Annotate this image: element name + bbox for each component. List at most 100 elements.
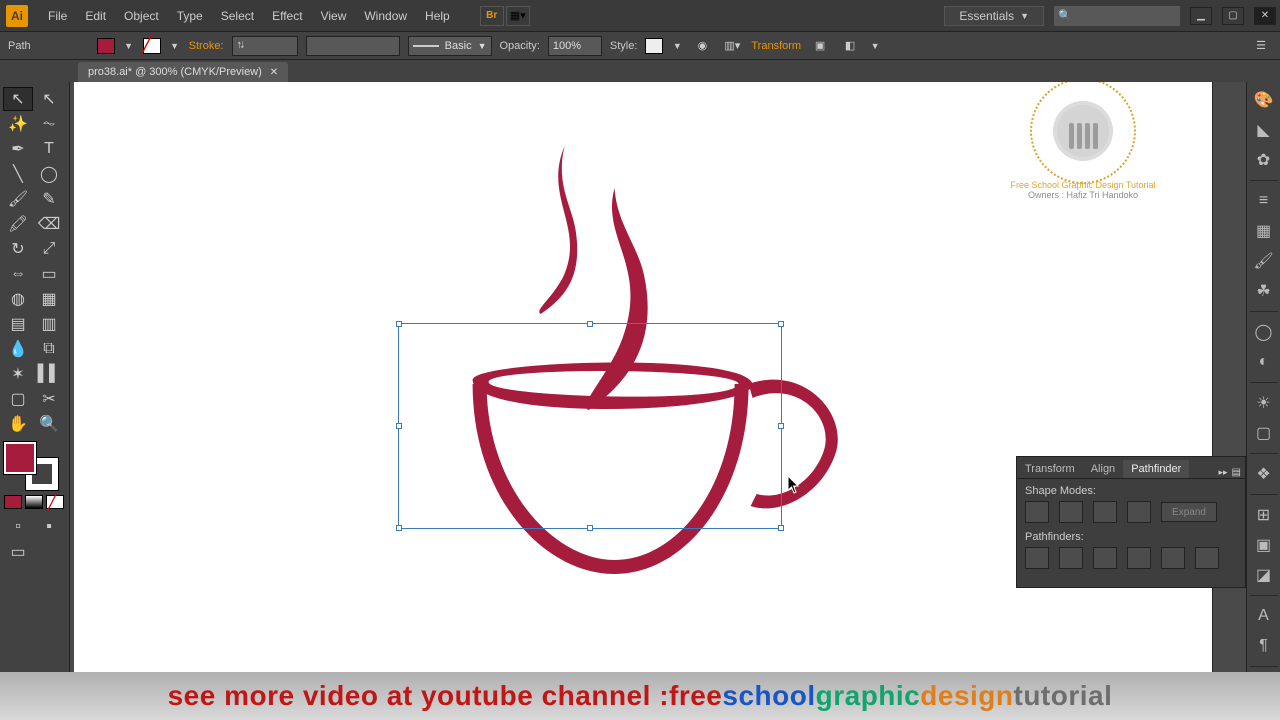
trim-button[interactable] xyxy=(1059,547,1083,569)
outline-button[interactable] xyxy=(1161,547,1185,569)
transform-panel-button[interactable]: ▣ xyxy=(1252,533,1276,557)
minus-front-button[interactable] xyxy=(1059,501,1083,523)
search-input[interactable]: 🔍 xyxy=(1054,6,1180,26)
panel-collapse-icon[interactable]: ▸▸ xyxy=(1219,467,1228,478)
control-menu-button[interactable]: ☰ xyxy=(1250,36,1272,56)
color-mode-btn[interactable] xyxy=(4,495,22,509)
screen-mode-normal[interactable]: ▫ xyxy=(4,516,32,538)
minus-back-button[interactable] xyxy=(1195,547,1219,569)
mask-button[interactable]: ◧ xyxy=(839,36,861,56)
pencil-tool[interactable]: ✎ xyxy=(35,188,63,210)
line-tool[interactable]: ╲ xyxy=(4,163,32,185)
pathfinder-panel[interactable]: Transform Align Pathfinder ▸▸ ▤ Shape Mo… xyxy=(1016,456,1246,588)
appearance-panel-button[interactable]: ☀ xyxy=(1252,391,1276,415)
transparency-panel-button[interactable]: ◯ xyxy=(1252,320,1276,344)
merge-button[interactable] xyxy=(1093,547,1117,569)
stroke-dropdown[interactable]: ▼ xyxy=(169,41,181,51)
sel-handle-tc[interactable] xyxy=(587,321,593,327)
menu-window[interactable]: Window xyxy=(356,5,415,27)
var-width-profile[interactable] xyxy=(306,36,400,56)
shape-tool[interactable]: ◯ xyxy=(35,163,63,185)
transform-link[interactable]: Transform xyxy=(751,40,801,52)
stroke-panel-button[interactable]: ≡ xyxy=(1252,189,1276,213)
graphic-styles-panel-button[interactable]: ▢ xyxy=(1252,421,1276,445)
magic-wand-tool[interactable]: ✨ xyxy=(4,113,32,135)
fill-stroke-indicator[interactable] xyxy=(4,442,62,490)
screen-mode-full[interactable]: ▪ xyxy=(35,516,63,538)
window-maximize[interactable]: ▢ xyxy=(1222,7,1244,25)
fill-swatch[interactable] xyxy=(97,38,115,54)
sel-handle-ml[interactable] xyxy=(396,423,402,429)
pen-tool[interactable]: ✒ xyxy=(4,138,32,160)
screen-mode-presentation[interactable]: ▭ xyxy=(4,541,32,563)
mesh-tool[interactable]: ▤ xyxy=(4,313,32,335)
divide-button[interactable] xyxy=(1025,547,1049,569)
gradient-mode-btn[interactable] xyxy=(25,495,43,509)
symbol-sprayer-tool[interactable]: ✶ xyxy=(4,363,32,385)
kuler-button[interactable]: ✿ xyxy=(1252,148,1276,172)
crop-button[interactable] xyxy=(1127,547,1151,569)
perspective-tool[interactable]: ▦ xyxy=(35,288,63,310)
sel-handle-bl[interactable] xyxy=(396,525,402,531)
menu-view[interactable]: View xyxy=(313,5,355,27)
none-mode-btn[interactable]: ╱ xyxy=(46,495,64,509)
brush-definition[interactable]: Basic ▼ xyxy=(408,36,492,56)
sel-handle-br[interactable] xyxy=(778,525,784,531)
tab-pathfinder[interactable]: Pathfinder xyxy=(1123,460,1189,478)
document-tab[interactable]: pro38.ai* @ 300% (CMYK/Preview) ✕ xyxy=(78,62,288,82)
slice-tool[interactable]: ✂ xyxy=(35,388,63,410)
isolate-button[interactable]: ▣ xyxy=(809,36,831,56)
menu-file[interactable]: File xyxy=(40,5,75,27)
type-tool[interactable]: T xyxy=(35,138,63,160)
graph-tool[interactable]: ▌▌ xyxy=(35,363,63,385)
shape-builder-tool[interactable]: ◍ xyxy=(4,288,32,310)
workspace-switcher[interactable]: Essentials ▼ xyxy=(944,6,1044,26)
gradient-tool[interactable]: ▥ xyxy=(35,313,63,335)
hand-tool[interactable]: ✋ xyxy=(4,413,32,435)
align-panel-button[interactable]: ⊞ xyxy=(1252,503,1276,527)
pathfinder-panel-button[interactable]: ◪ xyxy=(1252,563,1276,587)
bridge-button[interactable]: Br xyxy=(480,6,504,26)
character-panel-button[interactable]: A xyxy=(1252,604,1276,628)
fill-dropdown[interactable]: ▼ xyxy=(123,41,135,51)
eraser-tool[interactable]: ⌫ xyxy=(35,213,63,235)
brushes-panel-button[interactable]: 🖌 xyxy=(1252,249,1276,273)
rotate-tool[interactable]: ↻ xyxy=(4,238,32,260)
fill-indicator[interactable] xyxy=(4,442,36,474)
stroke-weight-input[interactable]: ⮁ xyxy=(232,36,298,56)
window-close[interactable]: ✕ xyxy=(1254,7,1276,25)
paragraph-panel-button[interactable]: ¶ xyxy=(1252,634,1276,658)
unite-button[interactable] xyxy=(1025,501,1049,523)
sel-handle-tr[interactable] xyxy=(778,321,784,327)
scale-tool[interactable]: ⤢ xyxy=(35,238,63,260)
panel-menu-icon[interactable]: ▤ xyxy=(1232,467,1241,478)
width-tool[interactable]: ⇔ xyxy=(4,263,32,285)
paintbrush-tool[interactable]: 🖌 xyxy=(4,188,32,210)
menu-select[interactable]: Select xyxy=(213,5,262,27)
vertical-scrollbar[interactable] xyxy=(1212,82,1226,720)
menu-edit[interactable]: Edit xyxy=(77,5,114,27)
blob-brush-tool[interactable]: 🖍 xyxy=(4,213,32,235)
swatches-panel-button[interactable]: ▦ xyxy=(1252,219,1276,243)
graphic-style-swatch[interactable] xyxy=(645,38,663,54)
menu-type[interactable]: Type xyxy=(169,5,211,27)
free-transform-tool[interactable]: ▭ xyxy=(35,263,63,285)
canvas-area[interactable]: Free School Graphic Design Tutorial Owne… xyxy=(70,82,1246,720)
blend-tool[interactable]: ⧉ xyxy=(35,338,63,360)
selection-tool[interactable]: ↖ xyxy=(4,88,32,110)
stroke-swatch[interactable]: ╱ xyxy=(143,38,161,54)
color-guide-button[interactable]: ◣ xyxy=(1252,118,1276,142)
color-panel-button[interactable]: 🎨 xyxy=(1252,88,1276,112)
sel-handle-mr[interactable] xyxy=(778,423,784,429)
tab-align[interactable]: Align xyxy=(1083,460,1123,478)
eyedropper-tool[interactable]: 💧 xyxy=(4,338,32,360)
lasso-tool[interactable]: ⏦ xyxy=(35,113,63,135)
menu-help[interactable]: Help xyxy=(417,5,458,27)
artboard-tool[interactable]: ▢ xyxy=(4,388,32,410)
opacity-input[interactable]: 100% xyxy=(548,36,602,56)
menu-object[interactable]: Object xyxy=(116,5,167,27)
direct-selection-tool[interactable]: ↖ xyxy=(35,88,63,110)
symbols-panel-button[interactable]: ☘ xyxy=(1252,279,1276,303)
intersect-button[interactable] xyxy=(1093,501,1117,523)
more-options[interactable]: ▼ xyxy=(869,41,881,51)
